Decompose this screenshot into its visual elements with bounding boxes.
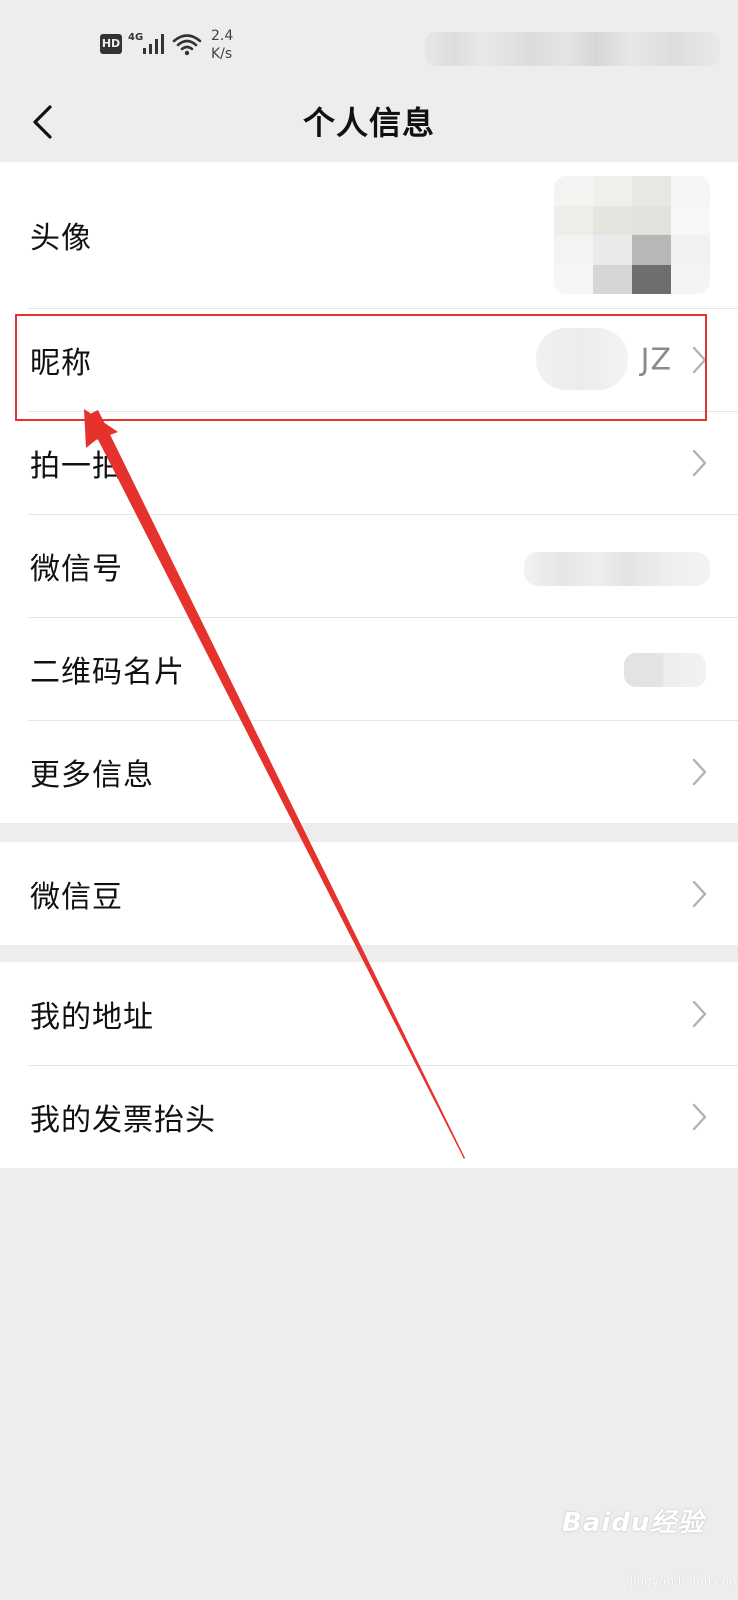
row-nickname[interactable]: 昵称 JZ xyxy=(0,308,738,411)
hd-badge: HD xyxy=(100,34,122,54)
row-qr-code[interactable]: 二维码名片 xyxy=(0,617,738,720)
nickname-value: JZ xyxy=(640,342,672,377)
row-label: 微信号 xyxy=(30,551,123,587)
chevron-right-icon xyxy=(692,758,707,785)
chevron-right-icon xyxy=(692,880,707,907)
avatar[interactable] xyxy=(554,176,710,294)
wechat-id-blur xyxy=(524,552,710,586)
status-bar: HD 4G 2.4 K/s xyxy=(0,0,738,84)
profile-group: 头像 昵称 JZ 拍一拍 微信号 二维码名片 更多信息 xyxy=(0,162,738,823)
row-label: 更多信息 xyxy=(30,757,154,793)
signal-icon xyxy=(143,34,164,54)
row-wechat-beans[interactable]: 微信豆 xyxy=(0,842,738,945)
row-label: 微信豆 xyxy=(30,879,123,915)
chevron-right-icon xyxy=(692,1000,707,1027)
watermark-site: jingyan.baidu.com xyxy=(630,1574,738,1588)
row-avatar[interactable]: 头像 xyxy=(0,162,738,308)
row-label: 昵称 xyxy=(30,345,92,381)
wifi-icon xyxy=(172,34,202,56)
row-more-info[interactable]: 更多信息 xyxy=(0,720,738,823)
row-label: 头像 xyxy=(30,221,92,256)
network-type: 4G xyxy=(128,32,144,43)
nickname-blur xyxy=(536,328,628,390)
speed-unit: K/s xyxy=(211,46,233,62)
qr-code-blur xyxy=(624,653,706,687)
network-speed: 2.4 K/s xyxy=(211,27,233,63)
row-my-address[interactable]: 我的地址 xyxy=(0,962,738,1065)
speed-value: 2.4 xyxy=(211,28,234,44)
watermark-logo: Baidu经验 xyxy=(562,1508,705,1538)
row-label: 拍一拍 xyxy=(30,448,123,484)
row-pat[interactable]: 拍一拍 xyxy=(0,411,738,514)
address-group: 我的地址 我的发票抬头 xyxy=(0,962,738,1168)
row-invoice-title[interactable]: 我的发票抬头 xyxy=(0,1065,738,1168)
nav-header: 个人信息 xyxy=(0,84,738,162)
page-title: 个人信息 xyxy=(302,104,435,142)
row-label: 我的地址 xyxy=(30,999,154,1035)
chevron-right-icon xyxy=(692,346,707,373)
row-wechat-id[interactable]: 微信号 xyxy=(0,514,738,617)
beans-group: 微信豆 xyxy=(0,842,738,945)
chevron-right-icon xyxy=(692,1103,707,1130)
chevron-right-icon xyxy=(692,449,707,476)
status-blur xyxy=(425,32,720,66)
row-label: 我的发票抬头 xyxy=(30,1102,216,1138)
row-label: 二维码名片 xyxy=(30,654,185,690)
